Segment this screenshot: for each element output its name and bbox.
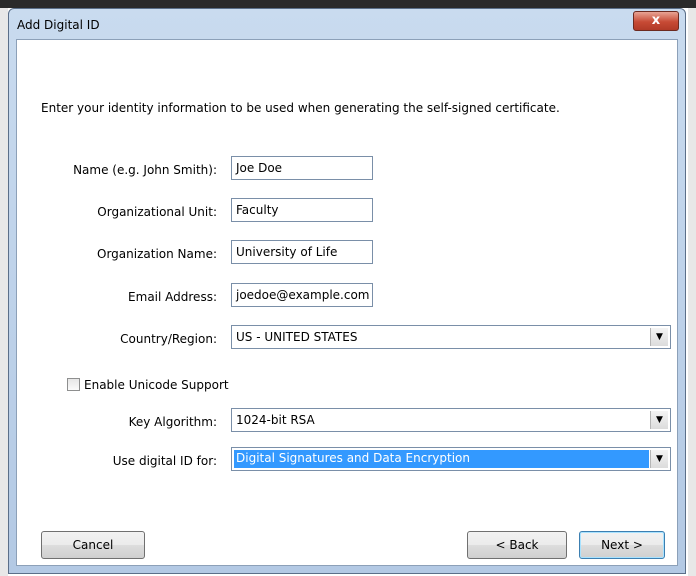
chevron-down-icon[interactable]: ▼ <box>650 328 668 346</box>
key-algorithm-value: 1024-bit RSA <box>236 413 315 427</box>
email-field[interactable]: joedoe@example.com <box>231 283 373 307</box>
window-title: Add Digital ID <box>17 18 100 32</box>
unicode-label[interactable]: Enable Unicode Support <box>84 378 229 392</box>
use-for-value: Digital Signatures and Data Encryption <box>234 450 649 468</box>
unicode-checkbox[interactable] <box>67 378 80 391</box>
country-label: Country/Region: <box>120 332 217 346</box>
chevron-down-icon[interactable]: ▼ <box>650 450 668 468</box>
org-unit-field[interactable]: Faculty <box>231 198 373 222</box>
dialog-body: Enter your identity information to be us… <box>16 39 678 566</box>
org-unit-label: Organizational Unit: <box>97 205 217 219</box>
email-label: Email Address: <box>128 290 217 304</box>
next-button[interactable]: Next > <box>579 531 665 559</box>
close-icon: x <box>651 13 661 28</box>
chevron-down-icon[interactable]: ▼ <box>650 411 668 429</box>
country-select[interactable]: US - UNITED STATES ▼ <box>231 325 671 349</box>
key-algorithm-select[interactable]: 1024-bit RSA ▼ <box>231 408 671 432</box>
org-name-field[interactable]: University of Life <box>231 240 373 264</box>
title-bar[interactable]: Add Digital ID x <box>9 9 685 39</box>
org-name-label: Organization Name: <box>97 247 217 261</box>
use-for-label: Use digital ID for: <box>112 454 217 468</box>
background-left <box>0 8 8 576</box>
close-button[interactable]: x <box>633 11 679 31</box>
back-button[interactable]: < Back <box>467 531 567 559</box>
background-right <box>688 8 696 576</box>
add-digital-id-dialog: Add Digital ID x Enter your identity inf… <box>8 8 686 574</box>
name-label: Name (e.g. John Smith): <box>73 163 217 177</box>
cancel-button[interactable]: Cancel <box>41 531 145 559</box>
name-field[interactable]: Joe Doe <box>231 156 373 180</box>
background-desktop <box>0 0 696 8</box>
country-value: US - UNITED STATES <box>236 330 358 344</box>
intro-text: Enter your identity information to be us… <box>41 101 560 115</box>
use-for-select[interactable]: Digital Signatures and Data Encryption ▼ <box>231 447 671 471</box>
key-algorithm-label: Key Algorithm: <box>128 415 217 429</box>
